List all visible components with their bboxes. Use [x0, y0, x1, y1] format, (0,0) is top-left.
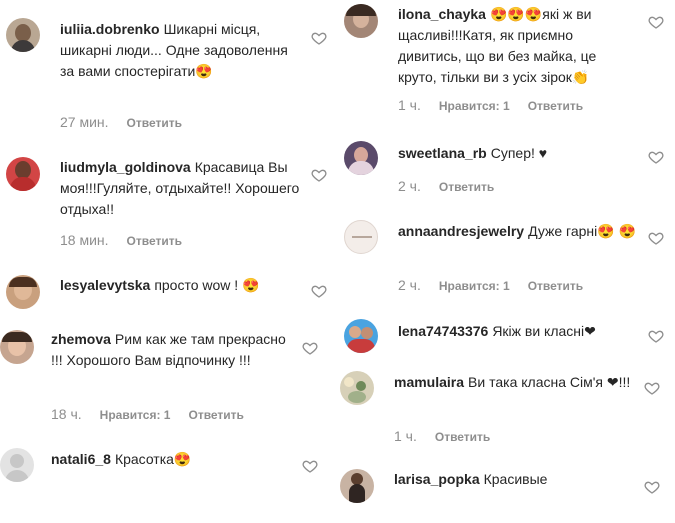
comment-text: Красотка😍	[114, 451, 192, 467]
comment-item: natali6_8 Красотка😍	[0, 445, 340, 495]
comment-time[interactable]: 1 ч.	[398, 97, 421, 113]
heart-outline-icon[interactable]	[302, 458, 318, 474]
avatar[interactable]	[0, 330, 34, 364]
avatar[interactable]	[0, 448, 34, 482]
heart-outline-icon[interactable]	[302, 340, 318, 356]
comment-time[interactable]: 27 мин.	[60, 114, 109, 130]
comment-text: Супер! ♥	[490, 145, 548, 161]
comment-meta: 2 ч. Ответить	[398, 178, 494, 194]
comment-username[interactable]: mamulaira	[394, 374, 464, 390]
comment-text: Ви така класна Сім'я ❤!!!	[468, 374, 631, 390]
heart-outline-icon[interactable]	[311, 30, 327, 46]
comment-username[interactable]: iuliia.dobrenko	[60, 21, 160, 37]
comment-item: larisa_popka Красивые	[340, 466, 675, 523]
comment-text: Дуже гарні😍 😍	[528, 223, 637, 239]
comment-meta: 1 ч. Ответить	[394, 428, 490, 444]
reply-button[interactable]: Ответить	[127, 116, 182, 130]
comment-item: zhemova Рим как же там прекрасно !!! Хоро…	[0, 322, 340, 432]
comment-text: Якіж ви класні❤	[492, 323, 596, 339]
avatar[interactable]	[344, 4, 378, 38]
comment-username[interactable]: sweetlana_rb	[398, 145, 487, 161]
avatar[interactable]	[340, 469, 374, 503]
likes-count[interactable]: Нравится: 1	[439, 99, 510, 113]
comment-item: liudmyla_goldinova Красавица Вы моя!!!Гул…	[0, 150, 340, 260]
comment-username[interactable]: annaandresjewelry	[398, 223, 524, 239]
avatar[interactable]	[344, 220, 378, 254]
heart-outline-icon[interactable]	[648, 149, 664, 165]
avatar[interactable]	[344, 319, 378, 353]
comment-text: Красивые	[483, 471, 548, 487]
comment-item: lesyalevytska просто wow ! 😍	[0, 265, 340, 315]
comment-username[interactable]: ilona_chayka	[398, 6, 486, 22]
avatar[interactable]	[6, 18, 40, 52]
comment-item: ilona_chayka 😍😍😍які ж ви щасливі!!!Катя, …	[340, 0, 675, 125]
comment-time[interactable]: 18 мин.	[60, 232, 109, 248]
heart-outline-icon[interactable]	[311, 283, 327, 299]
comment-item: mamulaira Ви така класна Сім'я ❤!!! 1 ч. …	[340, 369, 675, 449]
comment-item: sweetlana_rb Супер! ♥ 2 ч. Ответить	[340, 138, 675, 198]
comment-username[interactable]: zhemova	[51, 331, 111, 347]
heart-outline-icon[interactable]	[648, 328, 664, 344]
comment-meta: 27 мин. Ответить	[60, 114, 182, 130]
reply-button[interactable]: Ответить	[188, 408, 243, 422]
heart-outline-icon[interactable]	[644, 380, 660, 396]
comment-time[interactable]: 2 ч.	[398, 178, 421, 194]
reply-button[interactable]: Ответить	[528, 279, 583, 293]
comment-item: iuliia.dobrenko Шикарні місця, шикарні лю…	[0, 0, 340, 140]
comment-time[interactable]: 2 ч.	[398, 277, 421, 293]
reply-button[interactable]: Ответить	[528, 99, 583, 113]
reply-button[interactable]: Ответить	[435, 430, 490, 444]
avatar[interactable]	[344, 141, 378, 175]
comment-username[interactable]: larisa_popka	[394, 471, 480, 487]
reply-button[interactable]: Ответить	[127, 234, 182, 248]
avatar[interactable]	[340, 371, 374, 405]
heart-outline-icon[interactable]	[644, 479, 660, 495]
comment-username[interactable]: natali6_8	[51, 451, 111, 467]
comment-username[interactable]: liudmyla_goldinova	[60, 159, 191, 175]
comment-time[interactable]: 18 ч.	[51, 406, 82, 422]
likes-count[interactable]: Нравится: 1	[100, 408, 171, 422]
comment-text: просто wow ! 😍	[154, 277, 260, 293]
comment-meta: 18 ч. Нравится: 1 Ответить	[51, 406, 244, 422]
reply-button[interactable]: Ответить	[439, 180, 494, 194]
comment-item: annaandresjewelry Дуже гарні😍 😍 2 ч. Нрав…	[340, 217, 675, 297]
comment-meta: 1 ч. Нравится: 1 Ответить	[398, 97, 583, 113]
comment-meta: 2 ч. Нравится: 1 Ответить	[398, 277, 583, 293]
heart-outline-icon[interactable]	[648, 230, 664, 246]
heart-outline-icon[interactable]	[648, 14, 664, 30]
comment-time[interactable]: 1 ч.	[394, 428, 417, 444]
avatar[interactable]	[6, 275, 40, 309]
avatar[interactable]	[6, 157, 40, 191]
comment-username[interactable]: lesyalevytska	[60, 277, 150, 293]
comment-username[interactable]: lena74743376	[398, 323, 488, 339]
likes-count[interactable]: Нравится: 1	[439, 279, 510, 293]
comment-meta: 18 мин. Ответить	[60, 232, 182, 248]
heart-outline-icon[interactable]	[311, 167, 327, 183]
comment-item: lena74743376 Якіж ви класні❤	[340, 316, 675, 361]
